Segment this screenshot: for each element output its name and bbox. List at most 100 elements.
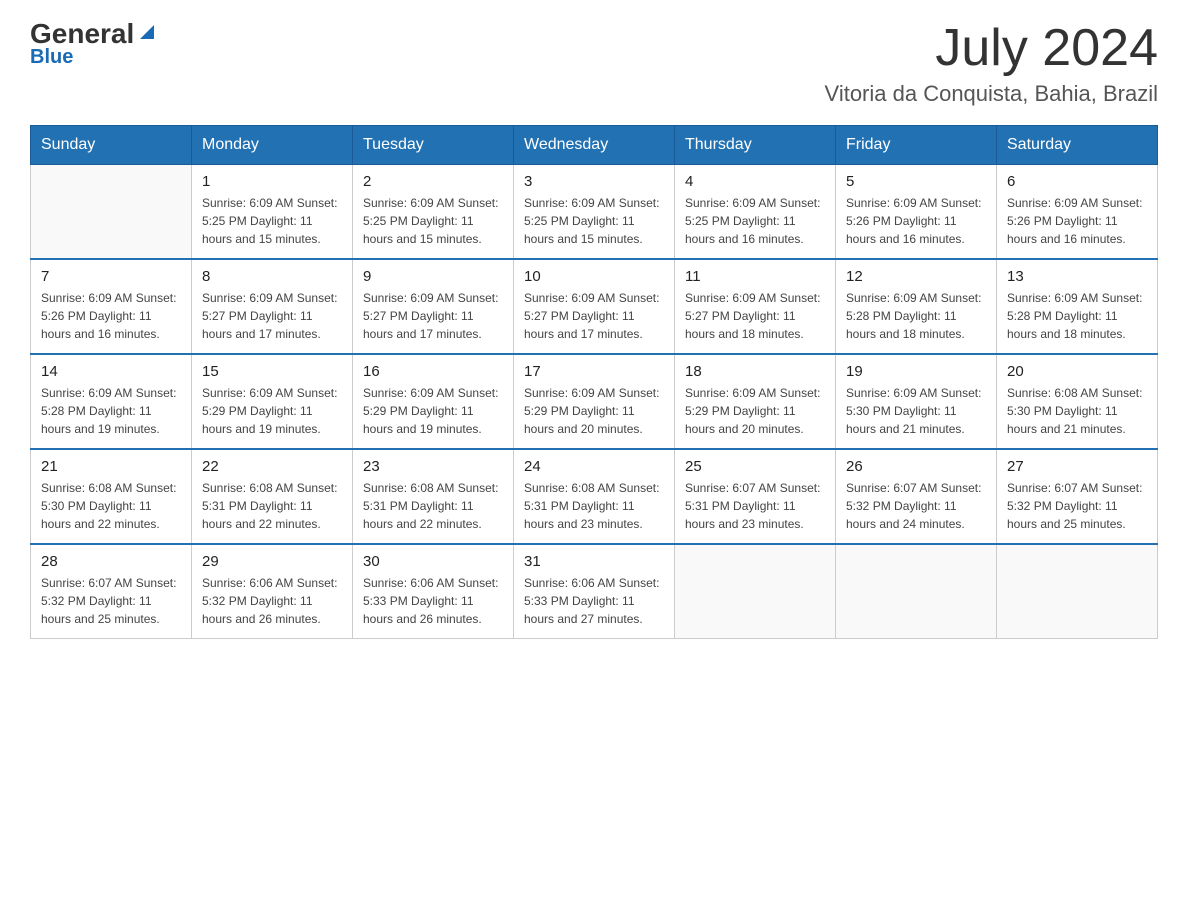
day-number: 29 [202, 553, 342, 570]
calendar-cell: 9Sunrise: 6:09 AM Sunset: 5:27 PM Daylig… [353, 259, 514, 354]
calendar-week-row: 28 Sunrise: 6:07 AM Sunset: 5:32 PM Dayli… [31, 544, 1158, 639]
day-info: Sunrise: 6:09 AM Sunset: 5:26 PM Dayligh… [1007, 194, 1147, 248]
day-info: Sunrise: 6:09 AM Sunset: 5:27 PM Dayligh… [202, 289, 342, 343]
day-info: Sunrise: 6:09 AM Sunset: 5:26 PM Dayligh… [846, 194, 986, 248]
location-subtitle: Vitoria da Conquista, Bahia, Brazil [825, 81, 1158, 107]
calendar-cell: 22 Sunrise: 6:08 AM Sunset: 5:31 PM Dayli… [192, 449, 353, 544]
day-info: Sunrise: 6:07 AM Sunset: 5:32 PM Dayligh… [41, 574, 181, 628]
header-thursday: Thursday [675, 126, 836, 165]
header-sunday: Sunday [31, 126, 192, 165]
day-info: Sunrise: 6:09 AM Sunset: 5:28 PM Dayligh… [846, 289, 986, 343]
calendar-cell: 3 Sunrise: 6:09 AM Sunset: 5:25 PM Daylig… [514, 165, 675, 260]
day-info: Sunrise: 6:06 AM Sunset: 5:32 PM Dayligh… [202, 574, 342, 628]
calendar-week-row: 7Sunrise: 6:09 AM Sunset: 5:26 PM Daylig… [31, 259, 1158, 354]
day-info: Sunrise: 6:08 AM Sunset: 5:30 PM Dayligh… [41, 479, 181, 533]
calendar-cell: 31 Sunrise: 6:06 AM Sunset: 5:33 PM Dayli… [514, 544, 675, 639]
calendar-cell [675, 544, 836, 639]
day-number: 6 [1007, 173, 1147, 190]
day-info: Sunrise: 6:07 AM Sunset: 5:32 PM Dayligh… [1007, 479, 1147, 533]
day-number: 16 [363, 363, 503, 380]
month-year-title: July 2024 [825, 20, 1158, 77]
day-info: Sunrise: 6:09 AM Sunset: 5:29 PM Dayligh… [685, 384, 825, 438]
day-number: 12 [846, 268, 986, 285]
day-number: 10 [524, 268, 664, 285]
day-number: 14 [41, 363, 181, 380]
calendar-cell: 30 Sunrise: 6:06 AM Sunset: 5:33 PM Dayli… [353, 544, 514, 639]
calendar-cell: 17 Sunrise: 6:09 AM Sunset: 5:29 PM Dayli… [514, 354, 675, 449]
day-info: Sunrise: 6:09 AM Sunset: 5:25 PM Dayligh… [685, 194, 825, 248]
calendar-cell: 18 Sunrise: 6:09 AM Sunset: 5:29 PM Dayli… [675, 354, 836, 449]
page-header: General Blue July 2024 Vitoria da Conqui… [30, 20, 1158, 107]
logo-blue-text: Blue [30, 46, 73, 69]
calendar-header-row: Sunday Monday Tuesday Wednesday Thursday… [31, 126, 1158, 165]
day-info: Sunrise: 6:09 AM Sunset: 5:29 PM Dayligh… [202, 384, 342, 438]
calendar-cell: 5 Sunrise: 6:09 AM Sunset: 5:26 PM Daylig… [836, 165, 997, 260]
calendar-table: Sunday Monday Tuesday Wednesday Thursday… [30, 125, 1158, 639]
day-info: Sunrise: 6:09 AM Sunset: 5:27 PM Dayligh… [685, 289, 825, 343]
calendar-cell: 20Sunrise: 6:08 AM Sunset: 5:30 PM Dayli… [997, 354, 1158, 449]
day-number: 11 [685, 268, 825, 285]
day-number: 4 [685, 173, 825, 190]
day-number: 5 [846, 173, 986, 190]
logo-general-text: General [30, 20, 134, 48]
calendar-cell: 11 Sunrise: 6:09 AM Sunset: 5:27 PM Dayli… [675, 259, 836, 354]
day-number: 15 [202, 363, 342, 380]
calendar-cell: 10Sunrise: 6:09 AM Sunset: 5:27 PM Dayli… [514, 259, 675, 354]
calendar-cell: 24 Sunrise: 6:08 AM Sunset: 5:31 PM Dayli… [514, 449, 675, 544]
day-number: 27 [1007, 458, 1147, 475]
day-number: 24 [524, 458, 664, 475]
day-info: Sunrise: 6:09 AM Sunset: 5:25 PM Dayligh… [202, 194, 342, 248]
calendar-cell: 1Sunrise: 6:09 AM Sunset: 5:25 PM Daylig… [192, 165, 353, 260]
day-info: Sunrise: 6:09 AM Sunset: 5:28 PM Dayligh… [41, 384, 181, 438]
calendar-cell [31, 165, 192, 260]
calendar-cell: 6 Sunrise: 6:09 AM Sunset: 5:26 PM Daylig… [997, 165, 1158, 260]
day-number: 17 [524, 363, 664, 380]
calendar-cell: 4 Sunrise: 6:09 AM Sunset: 5:25 PM Daylig… [675, 165, 836, 260]
calendar-cell: 15 Sunrise: 6:09 AM Sunset: 5:29 PM Dayli… [192, 354, 353, 449]
calendar-cell: 8 Sunrise: 6:09 AM Sunset: 5:27 PM Daylig… [192, 259, 353, 354]
calendar-cell: 12 Sunrise: 6:09 AM Sunset: 5:28 PM Dayli… [836, 259, 997, 354]
calendar-cell: 26 Sunrise: 6:07 AM Sunset: 5:32 PM Dayli… [836, 449, 997, 544]
header-monday: Monday [192, 126, 353, 165]
calendar-cell: 27 Sunrise: 6:07 AM Sunset: 5:32 PM Dayli… [997, 449, 1158, 544]
day-info: Sunrise: 6:08 AM Sunset: 5:31 PM Dayligh… [524, 479, 664, 533]
day-info: Sunrise: 6:09 AM Sunset: 5:28 PM Dayligh… [1007, 289, 1147, 343]
day-number: 23 [363, 458, 503, 475]
day-number: 18 [685, 363, 825, 380]
day-number: 13 [1007, 268, 1147, 285]
calendar-week-row: 21 Sunrise: 6:08 AM Sunset: 5:30 PM Dayli… [31, 449, 1158, 544]
calendar-cell: 13 Sunrise: 6:09 AM Sunset: 5:28 PM Dayli… [997, 259, 1158, 354]
calendar-cell: 7Sunrise: 6:09 AM Sunset: 5:26 PM Daylig… [31, 259, 192, 354]
day-number: 20 [1007, 363, 1147, 380]
day-info: Sunrise: 6:07 AM Sunset: 5:31 PM Dayligh… [685, 479, 825, 533]
day-number: 2 [363, 173, 503, 190]
day-number: 31 [524, 553, 664, 570]
header-friday: Friday [836, 126, 997, 165]
calendar-cell: 14 Sunrise: 6:09 AM Sunset: 5:28 PM Dayli… [31, 354, 192, 449]
calendar-cell: 21 Sunrise: 6:08 AM Sunset: 5:30 PM Dayli… [31, 449, 192, 544]
title-block: July 2024 Vitoria da Conquista, Bahia, B… [825, 20, 1158, 107]
calendar-week-row: 1Sunrise: 6:09 AM Sunset: 5:25 PM Daylig… [31, 165, 1158, 260]
day-info: Sunrise: 6:09 AM Sunset: 5:26 PM Dayligh… [41, 289, 181, 343]
calendar-cell [836, 544, 997, 639]
day-number: 19 [846, 363, 986, 380]
day-info: Sunrise: 6:09 AM Sunset: 5:29 PM Dayligh… [524, 384, 664, 438]
day-info: Sunrise: 6:07 AM Sunset: 5:32 PM Dayligh… [846, 479, 986, 533]
day-info: Sunrise: 6:06 AM Sunset: 5:33 PM Dayligh… [524, 574, 664, 628]
day-info: Sunrise: 6:06 AM Sunset: 5:33 PM Dayligh… [363, 574, 503, 628]
day-info: Sunrise: 6:08 AM Sunset: 5:31 PM Dayligh… [202, 479, 342, 533]
day-number: 8 [202, 268, 342, 285]
calendar-week-row: 14 Sunrise: 6:09 AM Sunset: 5:28 PM Dayli… [31, 354, 1158, 449]
header-wednesday: Wednesday [514, 126, 675, 165]
day-number: 28 [41, 553, 181, 570]
day-number: 22 [202, 458, 342, 475]
header-saturday: Saturday [997, 126, 1158, 165]
calendar-cell: 2Sunrise: 6:09 AM Sunset: 5:25 PM Daylig… [353, 165, 514, 260]
day-number: 3 [524, 173, 664, 190]
day-number: 26 [846, 458, 986, 475]
calendar-cell: 16Sunrise: 6:09 AM Sunset: 5:29 PM Dayli… [353, 354, 514, 449]
day-number: 30 [363, 553, 503, 570]
day-info: Sunrise: 6:09 AM Sunset: 5:30 PM Dayligh… [846, 384, 986, 438]
day-number: 21 [41, 458, 181, 475]
day-info: Sunrise: 6:09 AM Sunset: 5:25 PM Dayligh… [524, 194, 664, 248]
